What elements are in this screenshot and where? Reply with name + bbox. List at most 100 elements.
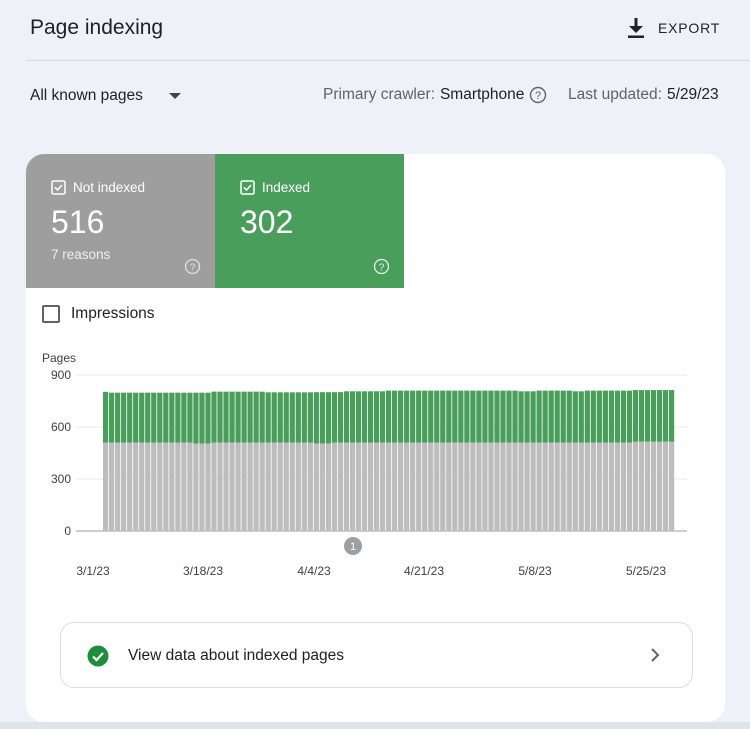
bar-indexed — [596, 390, 602, 443]
bar-indexed — [602, 390, 608, 443]
bar-indexed — [379, 391, 386, 443]
indexing-card: Not indexed 516 7 reasons ? Indexed 302 … — [26, 154, 725, 722]
bar-not-indexed — [181, 442, 187, 531]
bar-indexed — [434, 390, 440, 443]
bar-indexed — [392, 390, 398, 443]
bar-not-indexed — [626, 442, 633, 531]
bar-not-indexed — [319, 443, 325, 531]
bar-not-indexed — [163, 442, 169, 531]
bar-not-indexed — [566, 442, 572, 531]
bar-not-indexed — [277, 442, 283, 531]
bar-not-indexed — [476, 442, 482, 531]
pages-filter-dropdown[interactable]: All known pages — [30, 84, 181, 108]
bar-not-indexed — [331, 442, 338, 531]
bar-not-indexed — [103, 442, 109, 531]
bar-indexed — [566, 390, 572, 443]
bar-not-indexed — [554, 442, 560, 531]
not-indexed-tile[interactable]: Not indexed 516 7 reasons ? — [26, 154, 215, 288]
bar-not-indexed — [271, 442, 277, 531]
x-tick-label: 4/4/23 — [297, 564, 331, 578]
bar-indexed — [536, 390, 542, 443]
help-icon[interactable]: ? — [373, 258, 390, 275]
export-button[interactable]: EXPORT — [626, 14, 720, 42]
bar-not-indexed — [632, 441, 639, 531]
bar-indexed — [373, 391, 380, 443]
bar-not-indexed — [217, 442, 223, 531]
bar-not-indexed — [133, 442, 139, 531]
checkbox-checked-icon — [51, 180, 66, 195]
bar-indexed — [656, 390, 663, 442]
bar-indexed — [283, 392, 289, 443]
bar-not-indexed — [229, 442, 235, 531]
bar-indexed — [542, 390, 548, 443]
crawler-label: Primary crawler: — [323, 86, 435, 103]
bar-indexed — [452, 390, 458, 443]
bar-not-indexed — [313, 443, 319, 531]
bar-not-indexed — [494, 442, 500, 531]
bar-indexed — [494, 390, 500, 443]
bar-indexed — [361, 391, 368, 443]
y-tick-label: 300 — [51, 472, 71, 486]
bar-not-indexed — [416, 442, 422, 531]
bar-indexed — [572, 391, 578, 443]
bar-indexed — [187, 392, 193, 443]
not-indexed-label: Not indexed — [73, 180, 146, 195]
bar-not-indexed — [524, 442, 530, 531]
bar-indexed — [632, 390, 639, 442]
bar-not-indexed — [139, 442, 145, 531]
help-icon[interactable]: ? — [184, 258, 201, 275]
updated-value: 5/29/23 — [666, 86, 719, 103]
impressions-checkbox[interactable] — [42, 305, 60, 323]
bar-not-indexed — [536, 442, 542, 531]
bar-not-indexed — [458, 442, 464, 531]
bar-not-indexed — [602, 442, 608, 531]
bar-not-indexed — [572, 442, 578, 531]
indexed-count: 302 — [240, 204, 294, 240]
bar-not-indexed — [614, 442, 621, 531]
svg-text:?: ? — [535, 90, 541, 102]
x-tick-label: 5/25/23 — [626, 564, 666, 578]
bar-not-indexed — [662, 441, 669, 531]
view-link-label: View data about indexed pages — [128, 647, 345, 664]
view-indexed-pages-link[interactable]: View data about indexed pages — [60, 622, 693, 688]
bar-indexed — [404, 390, 410, 443]
bar-not-indexed — [410, 442, 416, 531]
bar-not-indexed — [578, 442, 584, 531]
bar-indexed — [301, 392, 307, 443]
bar-not-indexed — [343, 442, 350, 531]
bar-not-indexed — [404, 442, 410, 531]
bar-indexed — [428, 390, 434, 443]
impressions-toggle[interactable]: Impressions — [42, 305, 155, 323]
bar-indexed — [271, 392, 277, 443]
checkbox-checked-icon — [240, 180, 255, 195]
bar-indexed — [229, 391, 235, 443]
bar-not-indexed — [151, 442, 157, 531]
indexed-label: Indexed — [262, 180, 311, 195]
indexed-tile[interactable]: Indexed 302 ? — [215, 154, 404, 288]
bar-indexed — [343, 391, 350, 443]
bar-not-indexed — [488, 442, 494, 531]
bar-not-indexed — [464, 442, 470, 531]
bar-not-indexed — [560, 442, 566, 531]
y-tick-label: 900 — [51, 368, 71, 382]
bar-not-indexed — [349, 442, 356, 531]
bar-indexed — [410, 390, 416, 443]
crawler-help-icon[interactable]: ? — [529, 86, 547, 104]
bar-not-indexed — [223, 442, 229, 531]
bar-not-indexed — [590, 442, 596, 531]
bar-indexed — [554, 390, 560, 443]
bar-not-indexed — [337, 442, 344, 531]
last-updated: Last updated: 5/29/23 — [568, 86, 719, 104]
updated-label: Last updated: — [568, 86, 662, 103]
bar-not-indexed — [440, 442, 446, 531]
bar-not-indexed — [301, 442, 307, 531]
bar-indexed — [644, 390, 651, 442]
bar-indexed — [103, 391, 109, 443]
y-axis-title: Pages — [42, 351, 76, 365]
bar-not-indexed — [452, 442, 458, 531]
bar-indexed — [259, 391, 265, 443]
bar-not-indexed — [157, 442, 163, 531]
bar-indexed — [349, 391, 356, 443]
bar-indexed — [325, 392, 331, 444]
bar-indexed — [181, 392, 187, 443]
